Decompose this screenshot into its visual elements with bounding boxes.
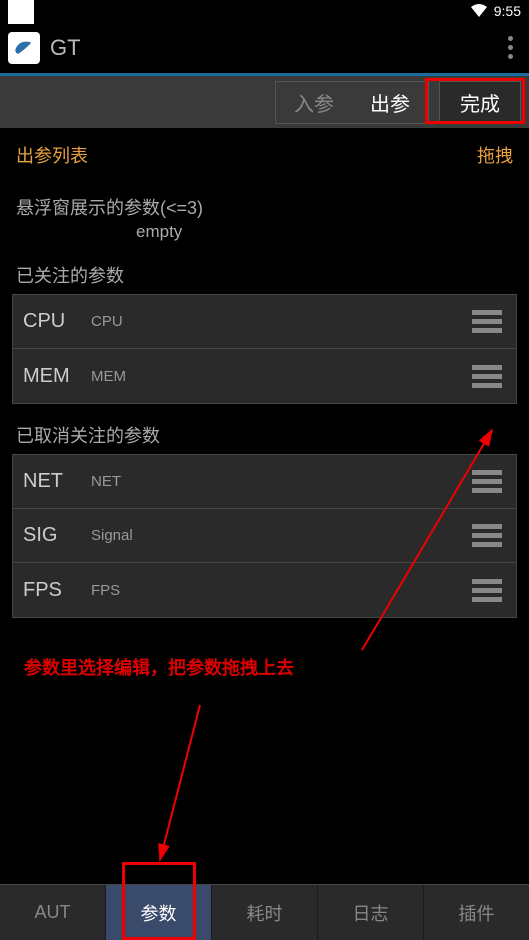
param-name: SIG	[23, 524, 91, 547]
app-icon	[8, 32, 40, 64]
done-button[interactable]: 完成	[439, 81, 521, 124]
empty-text: empty	[120, 220, 529, 250]
nav-timing[interactable]: 耗时	[212, 885, 318, 940]
param-name: MEM	[23, 365, 91, 388]
param-name: CPU	[23, 310, 91, 333]
drag-handle-icon[interactable]	[468, 575, 506, 606]
param-name: NET	[23, 470, 91, 493]
nav-plugin[interactable]: 插件	[424, 885, 529, 940]
tab-out-params[interactable]: 出参	[352, 82, 428, 123]
nav-params[interactable]: 参数	[106, 885, 212, 940]
list-header: 出参列表 拖拽	[0, 128, 529, 182]
followed-section: CPU CPU MEM MEM	[12, 294, 517, 404]
status-time: 9:55	[494, 3, 521, 19]
drag-handle-icon[interactable]	[468, 520, 506, 551]
drag-handle-icon[interactable]	[468, 306, 506, 337]
param-name: FPS	[23, 579, 91, 602]
annotation-arrow-2	[150, 700, 210, 870]
drag-handle-icon[interactable]	[468, 466, 506, 497]
wifi-icon	[470, 3, 488, 20]
nav-log[interactable]: 日志	[318, 885, 424, 940]
unfollowed-section-label: 已取消关注的参数	[0, 410, 529, 448]
float-section-label: 悬浮窗展示的参数(<=3)	[0, 182, 529, 220]
status-placeholder	[8, 0, 34, 24]
drag-handle-icon[interactable]	[468, 361, 506, 392]
drag-mode-label[interactable]: 拖拽	[477, 142, 513, 168]
followed-section-label: 已关注的参数	[0, 250, 529, 288]
unfollowed-section: NET NET SIG Signal FPS FPS	[12, 454, 517, 618]
param-desc: NET	[91, 473, 468, 490]
param-desc: Signal	[91, 527, 468, 544]
param-row[interactable]: NET NET	[13, 455, 516, 509]
instruction-text: 参数里选择编辑，把参数拖拽上去	[0, 624, 529, 710]
tab-group: 入参 出参	[275, 81, 429, 124]
param-row[interactable]: CPU CPU	[13, 295, 516, 349]
title-bar: GT	[0, 22, 529, 76]
param-row[interactable]: SIG Signal	[13, 509, 516, 563]
param-desc: CPU	[91, 313, 468, 330]
app-title: GT	[50, 35, 500, 61]
toolbar: 入参 出参 完成	[0, 76, 529, 128]
status-bar: 9:55	[0, 0, 529, 22]
bottom-nav: AUT 参数 耗时 日志 插件	[0, 884, 529, 940]
param-desc: FPS	[91, 582, 468, 599]
list-title: 出参列表	[16, 142, 88, 168]
param-row[interactable]: FPS FPS	[13, 563, 516, 617]
menu-overflow-icon[interactable]	[500, 28, 521, 67]
param-row[interactable]: MEM MEM	[13, 349, 516, 403]
nav-aut[interactable]: AUT	[0, 885, 106, 940]
tab-in-params[interactable]: 入参	[276, 82, 352, 123]
param-desc: MEM	[91, 368, 468, 385]
